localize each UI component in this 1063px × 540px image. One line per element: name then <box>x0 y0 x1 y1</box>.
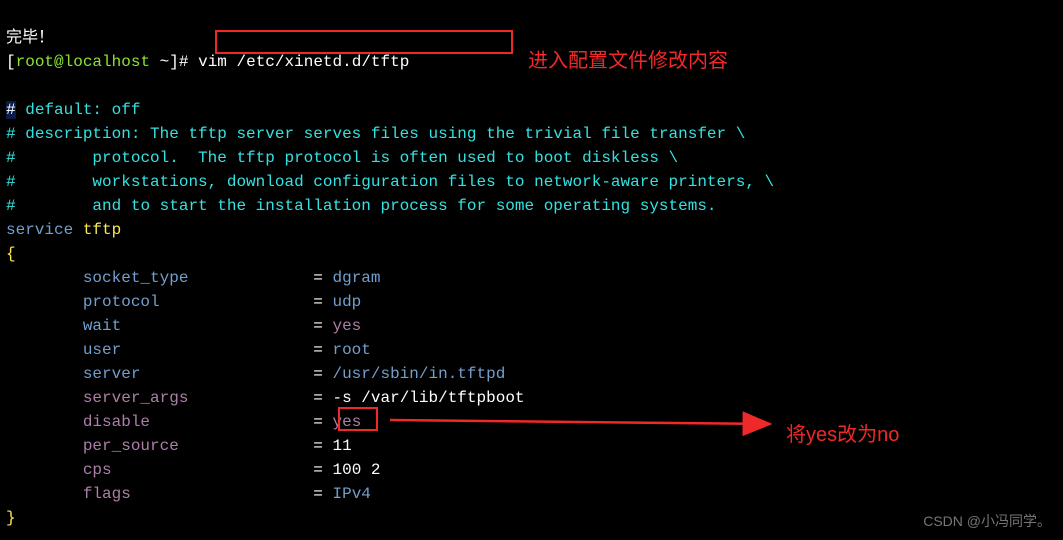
field-label: protocol <box>83 293 160 311</box>
terminal-output: 完毕！ [root@localhost ~]# vim /etc/xinetd.… <box>0 0 1063 532</box>
comment-hash: # <box>6 149 16 167</box>
watermark: CSDN @小冯同学。 <box>923 511 1051 532</box>
field-value: 100 2 <box>332 461 380 479</box>
shell-prompt[interactable]: [root@localhost ~]# <box>6 53 198 71</box>
field-label: server_args <box>83 389 189 407</box>
field-value[interactable]: yes <box>332 413 361 431</box>
comment-hash: # <box>6 197 16 215</box>
comment-desc1: description: The tftp server serves file… <box>25 125 745 143</box>
field-value: yes <box>332 317 361 335</box>
field-label: user <box>83 341 121 359</box>
comment-hash: # <box>6 101 16 119</box>
field-value: 11 <box>332 437 351 455</box>
field-label: flags <box>83 485 131 503</box>
field-value: udp <box>332 293 361 311</box>
annotation-label-1: 进入配置文件修改内容 <box>528 46 728 76</box>
comment-hash: # <box>6 125 16 143</box>
field-label: per_source <box>83 437 179 455</box>
field-label: wait <box>83 317 121 335</box>
comment-desc4: and to start the installation process fo… <box>25 197 716 215</box>
field-label: cps <box>83 461 112 479</box>
brace-open: { <box>6 245 16 263</box>
service-keyword: service <box>6 221 73 239</box>
annotation-label-2: 将yes改为no <box>786 420 899 450</box>
field-label: socket_type <box>83 269 189 287</box>
field-value: root <box>332 341 370 359</box>
field-label: server <box>83 365 141 383</box>
field-value: dgram <box>332 269 380 287</box>
field-label: disable <box>83 413 150 431</box>
command-text[interactable]: vim /etc/xinetd.d/tftp <box>198 53 409 71</box>
comment-desc2: protocol. The tftp protocol is often use… <box>25 149 678 167</box>
field-value: /usr/sbin/in.tftpd <box>332 365 505 383</box>
field-value: -s /var/lib/tftpboot <box>332 389 524 407</box>
brace-close: } <box>6 509 16 527</box>
field-value: IPv4 <box>332 485 370 503</box>
comment-default: default: off <box>25 101 140 119</box>
line-done: 完毕！ <box>6 29 54 47</box>
comment-hash: # <box>6 173 16 191</box>
service-name: tftp <box>83 221 121 239</box>
comment-desc3: workstations, download configuration fil… <box>25 173 774 191</box>
